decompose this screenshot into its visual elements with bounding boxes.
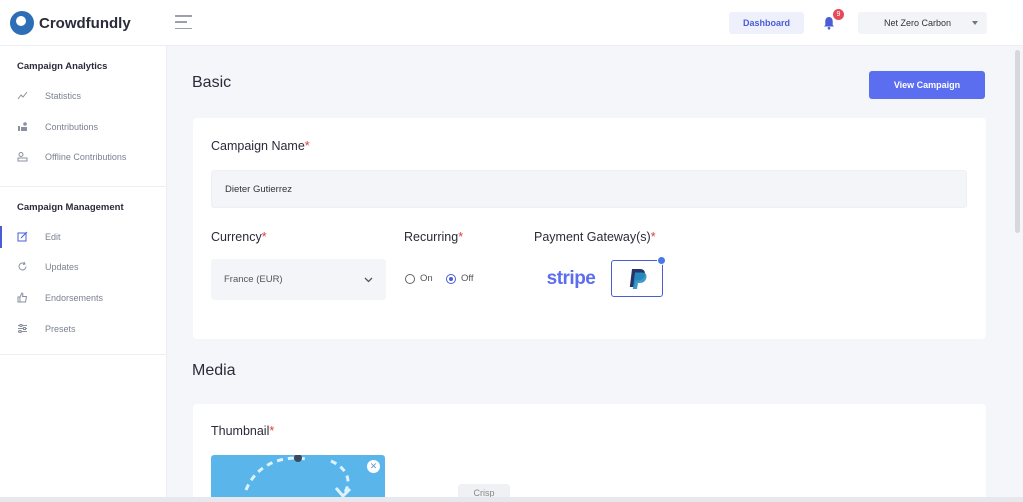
sidebar-item-label: Statistics (45, 91, 82, 101)
menu-toggle-icon[interactable] (175, 15, 192, 29)
thumbs-up-icon (17, 292, 28, 303)
radio-dot (446, 273, 456, 284)
sidebar-divider (0, 186, 166, 187)
currency-label: Currency* (211, 230, 267, 244)
radio-label: Off (461, 273, 474, 284)
recurring-off-radio[interactable]: Off (446, 273, 474, 284)
recurring-label: Recurring* (404, 230, 464, 244)
sliders-icon (17, 323, 28, 334)
selected-check-icon (657, 256, 666, 265)
sidebar-item-label: Presets (45, 324, 76, 334)
sidebar-item-label: Endorsements (45, 293, 104, 303)
caret-down-icon (972, 21, 978, 25)
sidebar-item-offline-contributions[interactable]: Offline Contributions (0, 146, 166, 168)
contributions-icon (17, 121, 28, 132)
sidebar-item-label: Offline Contributions (45, 152, 127, 162)
account-label: Net Zero Carbon (884, 18, 952, 28)
sidebar-item-label: Edit (45, 232, 61, 242)
sidebar-heading-analytics: Campaign Analytics (17, 61, 108, 72)
notification-badge: 9 (833, 9, 844, 20)
chart-line-icon (17, 90, 28, 101)
paypal-logo-icon (629, 268, 647, 289)
sidebar-item-edit[interactable]: Edit (0, 226, 166, 248)
stripe-logo: stripe (546, 267, 596, 289)
thumbnail-label: Thumbnail* (211, 424, 275, 438)
campaign-name-label: Campaign Name* (211, 139, 310, 153)
offline-contributions-icon (17, 151, 28, 162)
sidebar-item-updates[interactable]: Updates (0, 256, 166, 278)
basic-card (193, 118, 986, 339)
sidebar-item-endorsements[interactable]: Endorsements (0, 287, 166, 309)
currency-value: France (EUR) (224, 274, 283, 285)
sidebar-item-statistics[interactable]: Statistics (0, 85, 166, 107)
edit-icon (17, 231, 28, 242)
sidebar-divider (0, 354, 166, 355)
top-bar: Crowdfundly Dashboard 9 Net Zero Carbon (0, 0, 1023, 46)
stripe-gateway-option[interactable]: stripe (536, 260, 606, 297)
recurring-on-radio[interactable]: On (405, 273, 433, 284)
radio-label: On (420, 273, 433, 284)
currency-select[interactable]: France (EUR) (211, 259, 386, 300)
chevron-down-icon (364, 275, 373, 283)
brand-logo[interactable]: Crowdfundly (10, 10, 131, 36)
brand-name: Crowdfundly (39, 14, 131, 32)
thumbnail-image[interactable] (211, 455, 385, 502)
dashboard-button[interactable]: Dashboard (729, 12, 804, 34)
paypal-gateway-option[interactable] (611, 260, 663, 297)
crowdfundly-logo-icon (10, 11, 34, 35)
view-campaign-button[interactable]: View Campaign (869, 71, 985, 99)
payment-gateway-label: Payment Gateway(s)* (534, 230, 656, 244)
scrollbar[interactable] (1015, 50, 1020, 233)
sidebar: Campaign Analytics Statistics Contributi… (0, 46, 167, 502)
account-select[interactable]: Net Zero Carbon (858, 12, 987, 34)
sidebar-heading-management: Campaign Management (17, 202, 124, 213)
bottom-bar (0, 497, 1023, 502)
sidebar-item-contributions[interactable]: Contributions (0, 116, 166, 138)
refresh-icon (17, 261, 28, 272)
section-title-media: Media (192, 362, 236, 379)
sidebar-item-label: Updates (45, 262, 79, 272)
sidebar-item-label: Contributions (45, 122, 99, 132)
remove-thumbnail-icon[interactable]: ✕ (367, 460, 380, 473)
section-title-basic: Basic (192, 74, 232, 91)
radio-dot (405, 273, 415, 284)
campaign-name-input[interactable]: Dieter Gutierrez (211, 170, 967, 208)
sidebar-item-presets[interactable]: Presets (0, 318, 166, 340)
